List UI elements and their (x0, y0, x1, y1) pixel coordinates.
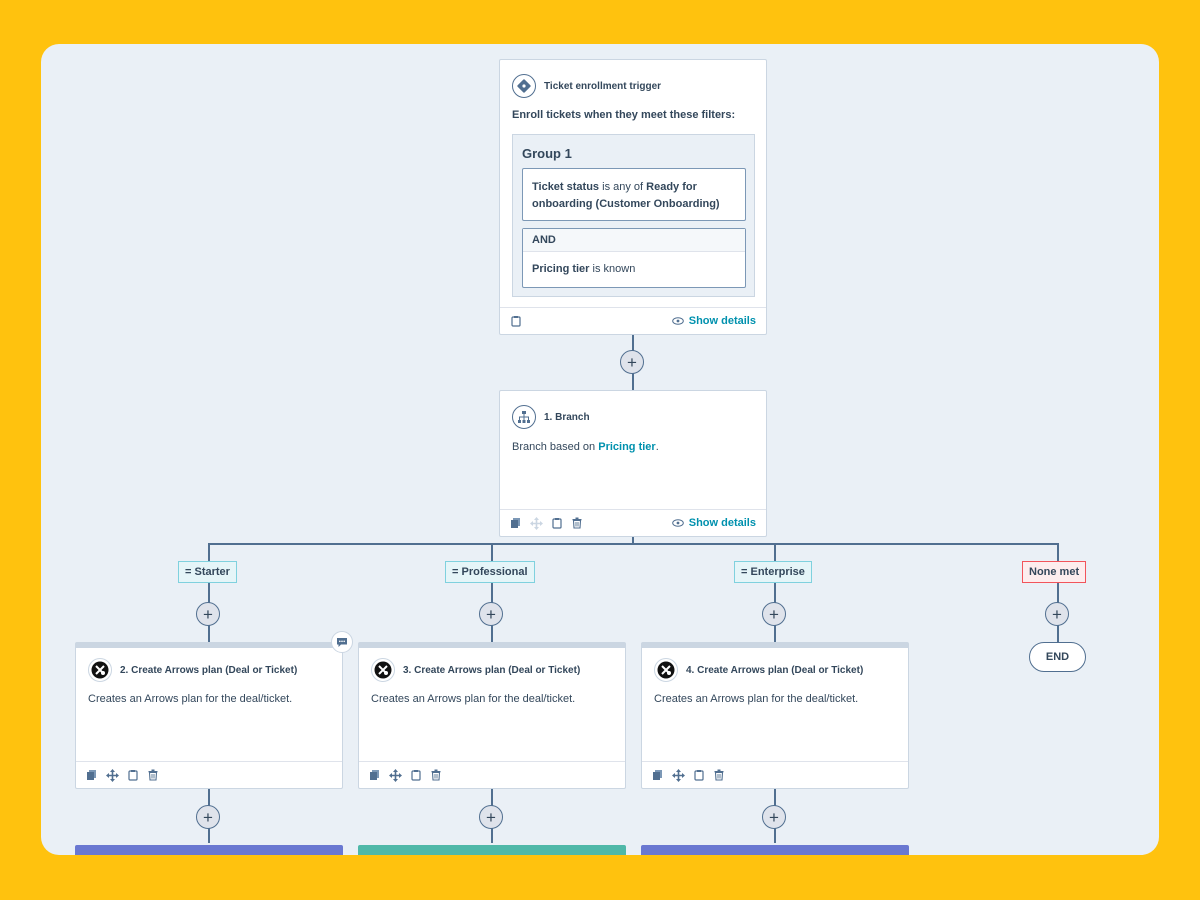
clipboard-icon[interactable] (410, 769, 422, 781)
arrows-app-icon (654, 658, 678, 682)
action-title: 2. Create Arrows plan (Deal or Ticket) (120, 664, 298, 676)
eye-icon (671, 317, 684, 325)
filter-ticket-status[interactable]: Ticket status is any of Ready for onboar… (522, 168, 746, 221)
workflow-canvas[interactable]: Ticket enrollment trigger Enroll tickets… (41, 44, 1159, 855)
show-details-link[interactable]: Show details (671, 315, 756, 327)
copy-icon[interactable] (86, 769, 98, 781)
next-action-card[interactable] (358, 845, 626, 855)
trigger-subtitle: Enroll tickets when they meet these filt… (512, 109, 736, 121)
action-header: 4. Create Arrows plan (Deal or Ticket) (654, 658, 863, 682)
filter-operator: is any of (599, 181, 647, 193)
copy-icon[interactable] (369, 769, 381, 781)
filter-group[interactable]: Group 1 Ticket status is any of Ready fo… (512, 134, 755, 297)
action-card[interactable]: 4. Create Arrows plan (Deal or Ticket) C… (641, 642, 909, 789)
add-action-button[interactable]: + (196, 805, 220, 829)
add-action-button[interactable]: + (196, 602, 220, 626)
show-details-label: Show details (688, 315, 756, 327)
next-action-card[interactable] (641, 845, 909, 855)
comment-icon[interactable] (331, 631, 353, 653)
add-action-button[interactable]: + (479, 602, 503, 626)
branch-header: 1. Branch (512, 405, 590, 429)
action-header: 3. Create Arrows plan (Deal or Ticket) (371, 658, 580, 682)
next-action-card[interactable] (75, 845, 343, 855)
action-header: 2. Create Arrows plan (Deal or Ticket) (88, 658, 297, 682)
and-label: AND (523, 229, 745, 252)
branch-footer: Show details (500, 509, 766, 536)
ticket-icon (512, 74, 536, 98)
add-action-button[interactable]: + (1045, 602, 1069, 626)
action-footer (642, 761, 908, 788)
add-action-button[interactable]: + (479, 805, 503, 829)
branch-title: 1. Branch (544, 411, 590, 423)
branch-label-enterprise[interactable]: = Enterprise (734, 561, 812, 583)
arrows-app-icon (371, 658, 395, 682)
arrows-app-icon (88, 658, 112, 682)
branch-label-professional[interactable]: = Professional (445, 561, 535, 583)
clipboard-icon[interactable] (127, 769, 139, 781)
clipboard-icon[interactable] (693, 769, 705, 781)
move-icon[interactable] (672, 768, 685, 782)
trash-icon[interactable] (571, 517, 583, 529)
trigger-header: Ticket enrollment trigger (512, 74, 661, 98)
show-details-label: Show details (688, 517, 756, 529)
move-icon[interactable] (389, 768, 402, 782)
action-title: 4. Create Arrows plan (Deal or Ticket) (686, 664, 864, 676)
trash-icon[interactable] (147, 769, 159, 781)
action-description: Creates an Arrows plan for the deal/tick… (371, 693, 576, 705)
move-icon[interactable] (530, 516, 543, 530)
action-description: Creates an Arrows plan for the deal/tick… (88, 693, 293, 705)
action-card[interactable]: 2. Create Arrows plan (Deal or Ticket) C… (75, 642, 343, 789)
trigger-title: Ticket enrollment trigger (544, 80, 662, 92)
show-details-link[interactable]: Show details (671, 517, 756, 529)
trash-icon[interactable] (713, 769, 725, 781)
branch-card[interactable]: 1. Branch Branch based on Pricing tier. … (499, 390, 767, 537)
trash-icon[interactable] (430, 769, 442, 781)
filter-operator: is known (589, 263, 636, 275)
add-action-button[interactable]: + (620, 350, 644, 374)
branch-label-starter[interactable]: = Starter (178, 561, 237, 583)
eye-icon (671, 519, 684, 527)
action-card[interactable]: 3. Create Arrows plan (Deal or Ticket) C… (358, 642, 626, 789)
clipboard-icon[interactable] (551, 517, 563, 529)
filter-property: Ticket status (532, 181, 600, 193)
enrollment-trigger-card[interactable]: Ticket enrollment trigger Enroll tickets… (499, 59, 767, 335)
action-footer (76, 761, 342, 788)
pricing-tier-link[interactable]: Pricing tier (598, 441, 655, 453)
branch-description: Branch based on Pricing tier. (512, 441, 659, 453)
group-title: Group 1 (522, 146, 572, 161)
branch-icon (512, 405, 536, 429)
action-description: Creates an Arrows plan for the deal/tick… (654, 693, 859, 705)
filter-property: Pricing tier (532, 263, 590, 275)
action-footer (359, 761, 625, 788)
action-title: 3. Create Arrows plan (Deal or Ticket) (403, 664, 581, 676)
filter-pricing-tier[interactable]: Pricing tier is known (523, 252, 745, 286)
end-node: END (1029, 642, 1086, 672)
branch-label-none-met[interactable]: None met (1022, 561, 1087, 583)
add-action-button[interactable]: + (762, 602, 786, 626)
clipboard-icon[interactable] (510, 315, 522, 327)
copy-icon[interactable] (652, 769, 664, 781)
trigger-footer: Show details (500, 307, 766, 334)
filter-and-block[interactable]: AND Pricing tier is known (522, 228, 746, 288)
copy-icon[interactable] (510, 517, 522, 529)
move-icon[interactable] (106, 768, 119, 782)
add-action-button[interactable]: + (762, 805, 786, 829)
